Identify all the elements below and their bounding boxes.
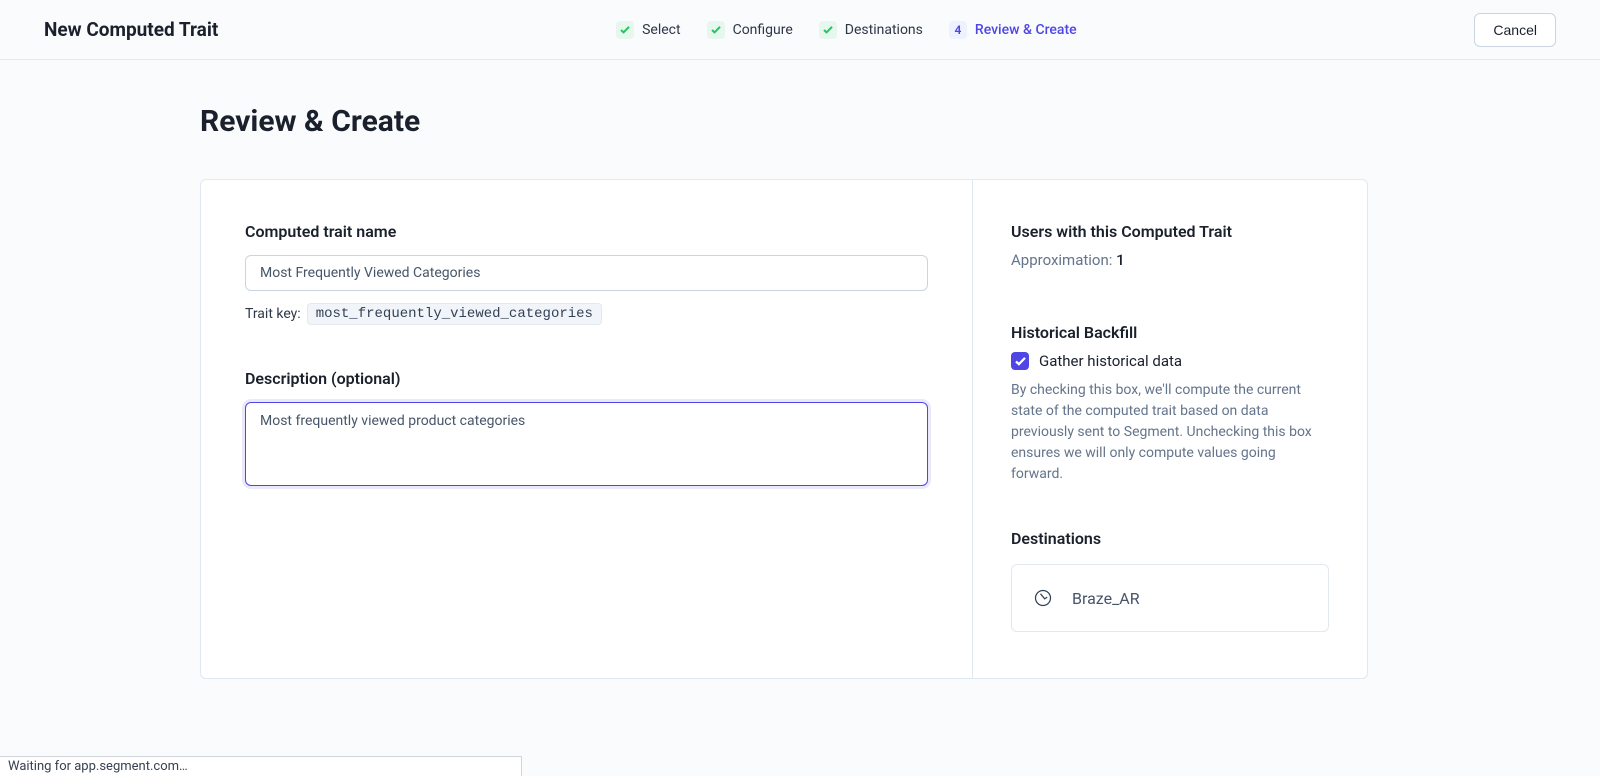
cancel-button[interactable]: Cancel [1474,13,1556,47]
browser-status-bar: Waiting for app.segment.com… [0,756,522,776]
check-icon [707,21,725,39]
approximation-line: Approximation: 1 [1011,251,1329,269]
description-textarea[interactable] [245,402,928,486]
users-section-title: Users with this Computed Trait [1011,222,1329,241]
trait-key-value: most_frequently_viewed_categories [307,303,602,325]
destinations-title: Destinations [1011,529,1329,548]
step-configure[interactable]: Configure [707,21,793,39]
step-destinations[interactable]: Destinations [819,21,923,39]
step-label: Configure [733,22,793,38]
gather-historical-row: Gather historical data [1011,352,1329,370]
destination-card[interactable]: Braze_AR [1011,564,1329,632]
page-title: Review & Create [200,104,1600,139]
historical-backfill-title: Historical Backfill [1011,323,1329,342]
approximation-label: Approximation: [1011,251,1116,269]
step-number-icon: 4 [949,21,967,39]
header-title: New Computed Trait [44,18,218,41]
historical-description: By checking this box, we'll compute the … [1011,380,1329,485]
summary-panel: Users with this Computed Trait Approxima… [973,180,1367,678]
approximation-count: 1 [1116,251,1125,269]
step-review-create[interactable]: 4 Review & Create [949,21,1077,39]
form-panel: Computed trait name Trait key: most_freq… [201,180,973,678]
step-label: Destinations [845,22,923,38]
trait-key-label: Trait key: [245,306,301,322]
gather-historical-checkbox[interactable] [1011,352,1029,370]
step-label: Select [642,22,680,38]
header: New Computed Trait Select Configure Dest… [0,0,1600,60]
review-card: Computed trait name Trait key: most_freq… [200,179,1368,679]
trait-name-input[interactable] [245,255,928,291]
stepper: Select Configure Destinations 4 Review &… [218,21,1474,39]
page-content: Review & Create Computed trait name Trai… [0,60,1600,679]
check-icon [616,21,634,39]
description-label: Description (optional) [245,369,928,388]
trait-name-label: Computed trait name [245,222,928,241]
gather-historical-label: Gather historical data [1039,352,1182,370]
destination-icon [1032,587,1054,609]
check-icon [819,21,837,39]
step-label: Review & Create [975,22,1077,38]
step-select[interactable]: Select [616,21,680,39]
trait-key-row: Trait key: most_frequently_viewed_catego… [245,303,928,325]
destination-name: Braze_AR [1072,589,1140,608]
